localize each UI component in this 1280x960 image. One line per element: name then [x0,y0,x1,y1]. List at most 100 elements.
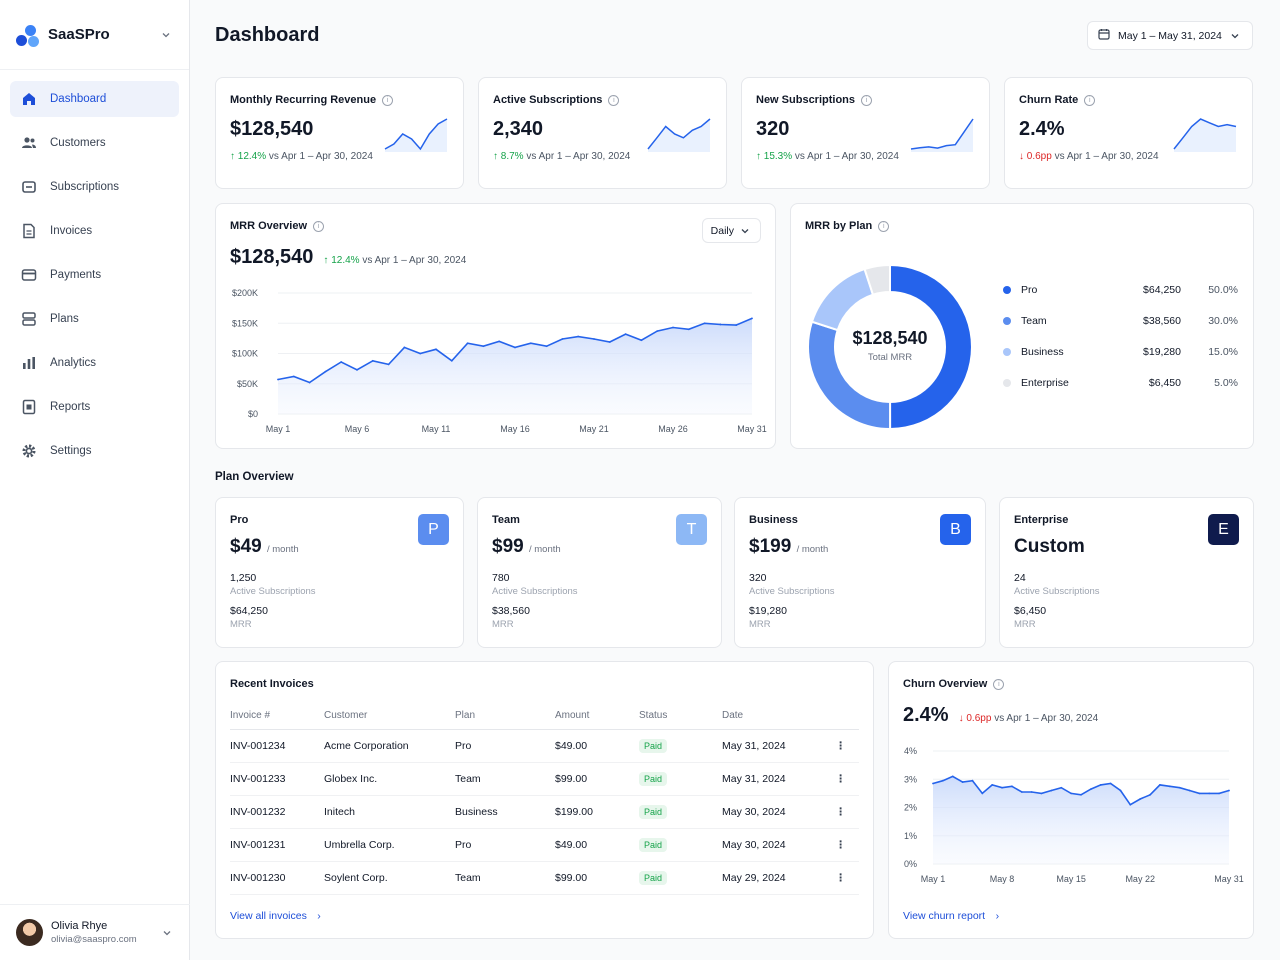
invoice-amount: $199.00 [555,795,639,829]
table-header-row: Invoice # Customer Plan Amount Status Da… [230,702,859,730]
info-icon[interactable]: i [382,94,394,106]
status-badge: Paid [639,738,668,753]
sparkline [647,118,711,152]
user-name: Olivia Rhye [51,920,108,932]
data-point [1119,789,1122,792]
sidebar-item-label: Invoices [50,225,93,237]
chevron-down-icon [160,926,174,940]
plan-mrr-label: MRR [230,619,252,630]
invoice-number: INV-001234 [230,729,324,763]
churn-area-chart: 4% 3% 2% 1% 0% May 1 May 8 May 15 May 22 May 31 [904,746,1244,884]
plan-price: $49 [230,536,262,557]
view-all-invoices-link[interactable]: View all invoices › [230,906,321,924]
view-churn-report-link[interactable]: View churn report › [903,906,999,924]
data-point [961,781,964,783]
table-row[interactable]: INV-001234 Acme Corporation Pro $49.00 P… [230,729,859,763]
data-point [1129,803,1132,806]
info-icon[interactable]: i [878,220,890,232]
kpi-card-mrr: Monthly Recurring Revenue i $128,540 ↑ 12… [215,77,464,189]
invoice-number: INV-001231 [230,828,324,862]
data-point [932,782,934,785]
data-point [640,339,643,342]
legend-pct: 15.0% [1208,346,1238,358]
plan-subs-label: Active Subscriptions [749,586,835,597]
x-tick-label: May 15 [1056,874,1086,884]
legend-value: $38,560 [1143,315,1181,327]
more-options-icon[interactable]: ⋮ [822,762,859,796]
status-badge: Paid [639,804,668,819]
table-row[interactable]: INV-001233 Globex Inc. Team $99.00 Paid … [230,762,859,796]
info-icon[interactable]: i [608,94,620,106]
data-point [1208,792,1211,795]
chevron-down-icon [159,28,173,42]
info-icon[interactable]: i [313,220,325,232]
donut-total-label: Total MRR [867,352,913,363]
plan-name: Pro [230,514,249,526]
plan-card-enterprise[interactable]: Enterprise Custom E 24 Active Subscripti… [999,497,1254,648]
data-point [561,338,564,340]
data-point [1001,786,1003,789]
table-row[interactable]: INV-001231 Umbrella Corp. Pro $49.00 Pai… [230,828,859,862]
plan-card-team[interactable]: Team $99 / month T 780 Active Subscripti… [477,497,722,648]
info-icon[interactable]: i [993,678,1005,690]
date-range-picker[interactable]: May 1 – May 31, 2024 [1087,21,1253,50]
sidebar-item-dashboard[interactable]: Dashboard [10,81,179,117]
credit-card-icon [20,266,38,284]
home-icon [20,90,38,108]
sidebar-item-plans[interactable]: Plans [10,301,179,337]
data-point [1228,789,1230,792]
sidebar-item-settings[interactable]: Settings [10,433,179,469]
plan-name: Enterprise [1014,514,1069,526]
plan-badge: P [418,514,449,545]
kpi-title: Churn Rate [1019,94,1079,106]
plan-subs-label: Active Subscriptions [1014,586,1100,597]
table-row[interactable]: INV-001232 Initech Business $199.00 Paid… [230,795,859,829]
more-options-icon[interactable]: ⋮ [822,729,859,763]
invoice-date: May 30, 2024 [722,795,822,829]
more-options-icon[interactable]: ⋮ [822,828,859,862]
data-point [687,328,690,331]
legend-row: Pro $64,250 50.0% [1003,284,1238,296]
invoices-table: Invoice # Customer Plan Amount Status Da… [230,702,859,895]
brand-switcher[interactable]: SaaSPro [0,0,189,70]
invoice-plan: Business [455,795,555,829]
churn-compare: vs Apr 1 – Apr 30, 2024 [994,713,1099,724]
invoice-amount: $99.00 [555,861,639,895]
plan-card-pro[interactable]: Pro $49 / month P 1,250 Active Subscript… [215,497,464,648]
invoice-date: May 30, 2024 [722,828,822,862]
invoice-date: May 31, 2024 [722,762,822,796]
legend-pct: 5.0% [1214,377,1238,389]
data-point [951,775,954,778]
chevron-down-icon [1228,29,1242,43]
kpi-delta: 8.7% [500,151,524,162]
kpi-card-churn-rate: Churn Rate i 2.4% ↓ 0.6pp vs Apr 1 – Apr … [1004,77,1253,189]
y-tick-label: $150K [232,318,258,328]
arrow-up-icon: ↑ [756,151,761,162]
info-icon[interactable]: i [861,94,873,106]
more-options-icon[interactable]: ⋮ [822,795,859,829]
info-icon[interactable]: i [1084,94,1096,106]
data-point [403,346,406,349]
y-tick-label: $50K [237,379,258,389]
avatar [16,919,43,946]
user-menu[interactable]: Olivia Rhye olivia@saaspro.com [0,904,190,960]
x-tick-label: May 31 [1214,874,1244,884]
period-select[interactable]: Daily [701,218,761,243]
data-point [450,359,453,362]
invoice-date: May 31, 2024 [722,729,822,763]
plan-price: $99 [492,536,524,557]
sidebar-item-subscriptions[interactable]: Subscriptions [10,169,179,205]
sidebar-item-analytics[interactable]: Analytics [10,345,179,381]
data-point [545,345,548,348]
sidebar-item-payments[interactable]: Payments [10,257,179,293]
sidebar-item-customers[interactable]: Customers [10,125,179,161]
sidebar-item-reports[interactable]: Reports [10,389,179,425]
more-options-icon[interactable]: ⋮ [822,861,859,895]
date-range-label: May 1 – May 31, 2024 [1118,29,1222,42]
plan-card-business[interactable]: Business $199 / month B 320 Active Subsc… [734,497,986,648]
plan-subs: 320 [749,572,767,584]
invoice-plan: Pro [455,828,555,862]
sidebar-item-invoices[interactable]: Invoices [10,213,179,249]
table-row[interactable]: INV-001230 Soylent Corp. Team $99.00 Pai… [230,861,859,895]
link-label: View churn report [903,910,986,922]
